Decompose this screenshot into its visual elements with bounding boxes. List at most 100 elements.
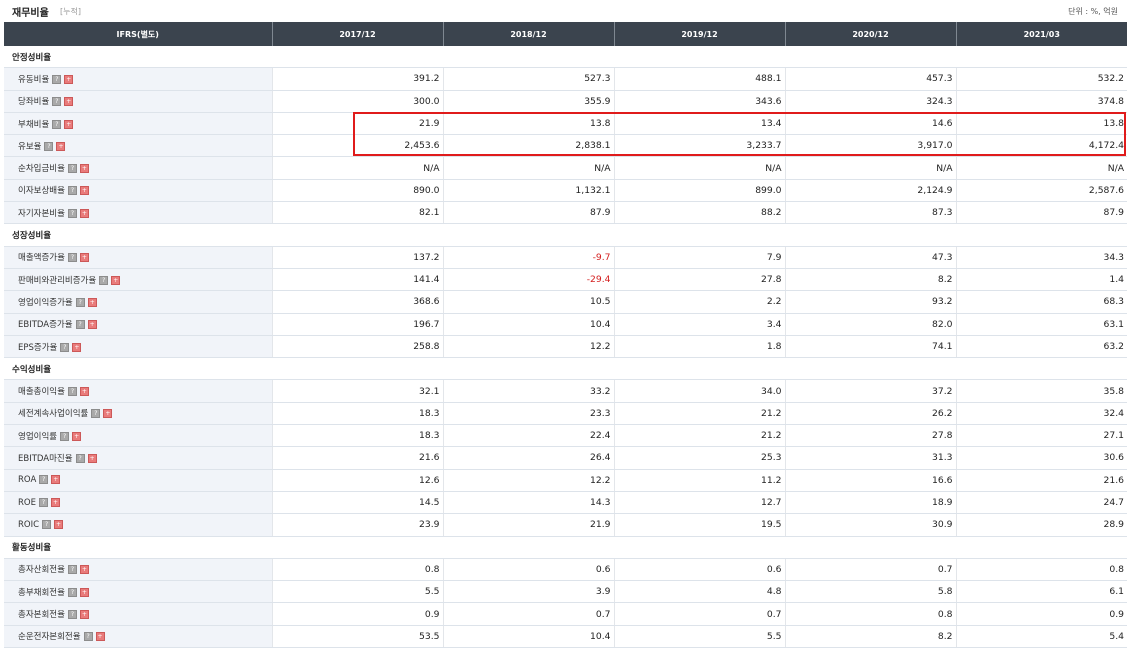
expand-plus-icon[interactable]: + (79, 164, 89, 174)
value-cell: 27.8 (784, 424, 956, 448)
row-label: 유보율 (18, 141, 42, 152)
value-cell: 93.2 (784, 290, 956, 314)
value-cell: 22.4 (442, 424, 614, 448)
value-cell: 21.6 (955, 469, 1127, 492)
expand-plus-icon[interactable]: + (79, 587, 89, 597)
expand-plus-icon[interactable]: + (79, 610, 89, 620)
value-cell: 141.4 (271, 268, 443, 292)
help-icon[interactable]: ? (67, 587, 77, 597)
column-header-period: 2020/12 (784, 22, 956, 46)
help-icon[interactable]: ? (39, 475, 49, 485)
group-row: 성장성비율 (4, 223, 1127, 247)
value-cell: 258.8 (271, 335, 443, 359)
table-row: 자기자본비율? +82.1 87.9 88.2 87.3 87.9 (4, 201, 1127, 225)
value-cell: 355.9 (442, 90, 614, 113)
help-icon[interactable]: ? (38, 497, 48, 507)
help-icon[interactable]: ? (42, 519, 52, 529)
value-cell: 0.8 (784, 602, 956, 626)
table-row: 총자본회전율? +0.9 0.7 0.7 0.8 0.9 (4, 602, 1127, 626)
expand-plus-icon[interactable]: + (56, 141, 66, 151)
value-cell: N/A (784, 156, 956, 180)
help-icon[interactable]: ? (99, 275, 109, 285)
help-icon[interactable]: ? (67, 208, 77, 218)
help-icon[interactable]: ? (75, 320, 85, 330)
value-cell: 87.9 (442, 201, 614, 225)
row-label: 총자산회전율 (18, 565, 65, 576)
value-cell: 12.6 (271, 469, 443, 492)
row-label: 당좌비율 (18, 97, 50, 108)
value-cell: -9.7 (442, 246, 614, 269)
expand-plus-icon[interactable]: + (87, 320, 97, 330)
value-cell: 8.2 (784, 625, 956, 649)
expand-plus-icon[interactable]: + (79, 186, 89, 196)
row-label-cell: EPS증가율? + (4, 335, 272, 359)
value-cell: 10.5 (442, 290, 614, 314)
expand-plus-icon[interactable]: + (54, 519, 64, 529)
value-cell: 26.4 (442, 446, 614, 470)
table-row: ROA? +12.6 12.2 11.2 16.6 21.6 (4, 469, 1127, 492)
expand-plus-icon[interactable]: + (87, 297, 97, 307)
row-label: EPS증가율 (18, 342, 58, 353)
value-cell: 13.4 (613, 112, 785, 136)
expand-plus-icon[interactable]: + (79, 208, 89, 218)
help-icon[interactable]: ? (83, 632, 93, 642)
expand-plus-icon[interactable]: + (72, 431, 82, 441)
value-cell: 32.4 (955, 402, 1127, 426)
help-icon[interactable]: ? (67, 610, 77, 620)
table-body: 안정성비율 유동비율? +391.2 527.3 488.1 457.3 532.2 당좌비율… (4, 46, 1127, 649)
value-cell: 37.2 (784, 379, 956, 403)
help-icon[interactable]: ? (44, 141, 54, 151)
value-cell: 11.2 (613, 469, 785, 492)
value-cell: 0.7 (442, 602, 614, 626)
expand-plus-icon[interactable]: + (95, 632, 105, 642)
value-cell: 23.3 (442, 402, 614, 426)
help-icon[interactable]: ? (60, 431, 70, 441)
help-icon[interactable]: ? (67, 253, 77, 263)
expand-plus-icon[interactable]: + (87, 453, 97, 463)
value-cell: 12.2 (442, 469, 614, 492)
expand-plus-icon[interactable]: + (64, 97, 74, 107)
group-title: 수익성비율 (4, 357, 1127, 381)
expand-plus-icon[interactable]: + (64, 119, 74, 129)
expand-plus-icon[interactable]: + (72, 342, 82, 352)
value-cell: 82.1 (271, 201, 443, 225)
value-cell: 28.9 (955, 513, 1127, 537)
help-icon[interactable]: ? (52, 119, 62, 129)
expand-plus-icon[interactable]: + (51, 475, 61, 485)
table-row: EBITDA마진율? +21.6 26.4 25.3 31.3 30.6 (4, 446, 1127, 470)
value-cell: 34.0 (613, 379, 785, 403)
expand-plus-icon[interactable]: + (64, 74, 74, 84)
value-cell: 532.2 (955, 67, 1127, 91)
help-icon[interactable]: ? (75, 453, 85, 463)
value-cell: 5.4 (955, 625, 1127, 649)
value-cell: 30.6 (955, 446, 1127, 470)
expand-plus-icon[interactable]: + (50, 497, 60, 507)
value-cell: 21.9 (442, 513, 614, 537)
help-icon[interactable]: ? (67, 565, 77, 575)
row-label-cell: EBITDA증가율? + (4, 313, 272, 336)
expand-plus-icon[interactable]: + (79, 387, 89, 397)
help-icon[interactable]: ? (91, 409, 101, 419)
help-icon[interactable]: ? (52, 74, 62, 84)
table-row: ROE? +14.5 14.3 12.7 18.9 24.7 (4, 491, 1127, 515)
value-cell: 10.4 (442, 313, 614, 336)
value-cell: 3.4 (613, 313, 785, 336)
value-cell: 18.3 (271, 424, 443, 448)
help-icon[interactable]: ? (67, 186, 77, 196)
value-cell: 87.3 (784, 201, 956, 225)
value-cell: 3.9 (442, 580, 614, 604)
help-icon[interactable]: ? (67, 387, 77, 397)
expand-plus-icon[interactable]: + (79, 565, 89, 575)
expand-plus-icon[interactable]: + (79, 253, 89, 263)
help-icon[interactable]: ? (60, 342, 70, 352)
help-icon[interactable]: ? (75, 297, 85, 307)
value-cell: 33.2 (442, 379, 614, 403)
help-icon[interactable]: ? (52, 97, 62, 107)
table-row: 당좌비율? +300.0 355.9 343.6 324.3 374.8 (4, 90, 1127, 113)
help-icon[interactable]: ? (67, 164, 77, 174)
expand-plus-icon[interactable]: + (111, 275, 121, 285)
expand-plus-icon[interactable]: + (103, 409, 113, 419)
value-cell: 88.2 (613, 201, 785, 225)
value-cell: 5.5 (271, 580, 443, 604)
value-cell: 527.3 (442, 67, 614, 91)
